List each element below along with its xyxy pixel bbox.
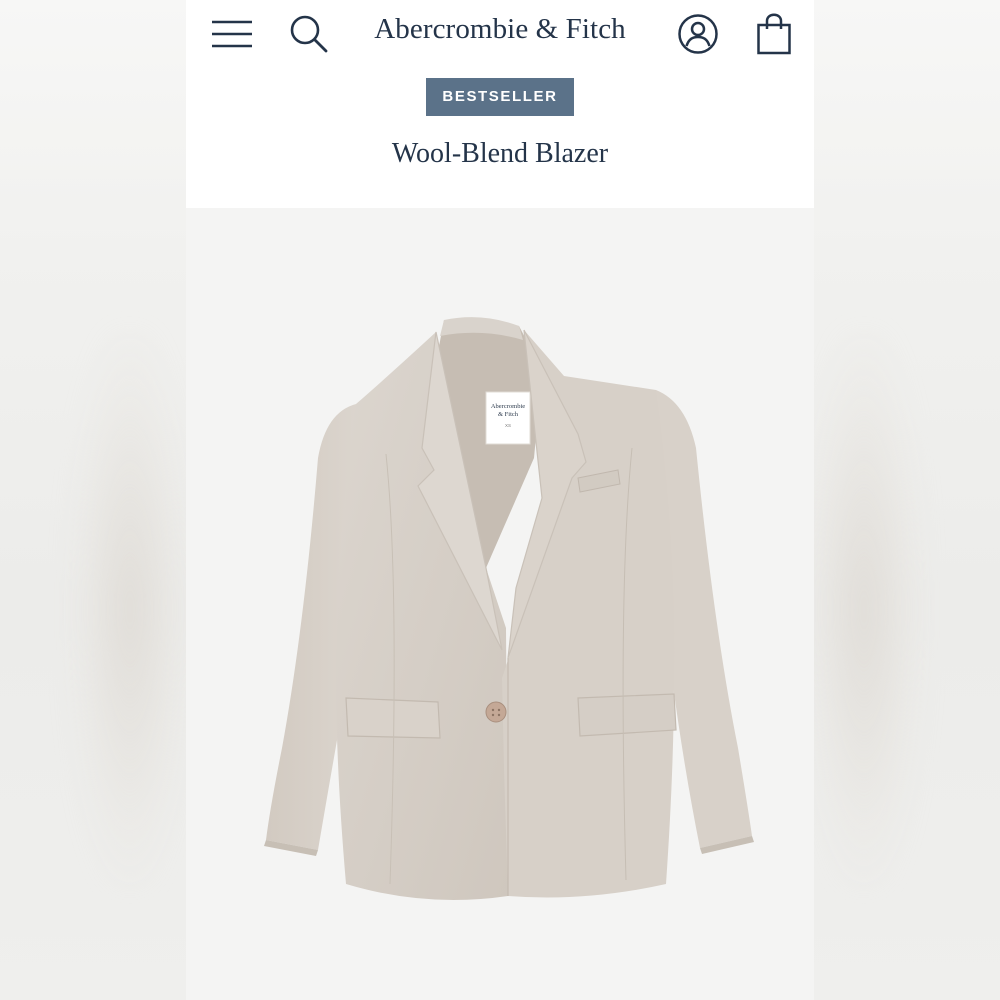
brand-logo[interactable]: Abercrombie & Fitch xyxy=(336,13,664,46)
product-image[interactable]: Abercrombie & Fitch XS xyxy=(186,208,814,1000)
backdrop-left xyxy=(0,0,190,1000)
blazer-illustration: Abercrombie & Fitch XS xyxy=(264,317,754,900)
backdrop-right xyxy=(804,0,1000,1000)
search-icon[interactable] xyxy=(287,12,331,56)
blazer-right-pocket-flap xyxy=(577,693,677,737)
account-icon[interactable] xyxy=(676,12,720,56)
menu-icon[interactable] xyxy=(210,12,254,56)
bestseller-badge: BESTSELLER xyxy=(426,78,574,116)
svg-text:Abercrombie: Abercrombie xyxy=(491,403,525,410)
product-title: Wool-Blend Blazer xyxy=(391,138,609,169)
svg-text:& Fitch: & Fitch xyxy=(498,411,519,418)
blazer-left-pocket-flap xyxy=(345,697,441,739)
svg-text:XS: XS xyxy=(505,423,511,428)
blazer-brand-label xyxy=(485,391,531,445)
product-page: Abercrombie & Fitch BESTSELLER Wool-Blen… xyxy=(186,0,814,1000)
shopping-bag-icon[interactable] xyxy=(752,12,796,56)
badge-row: BESTSELLER xyxy=(186,78,814,116)
blazer-button xyxy=(485,701,507,723)
site-header: Abercrombie & Fitch xyxy=(186,0,814,68)
